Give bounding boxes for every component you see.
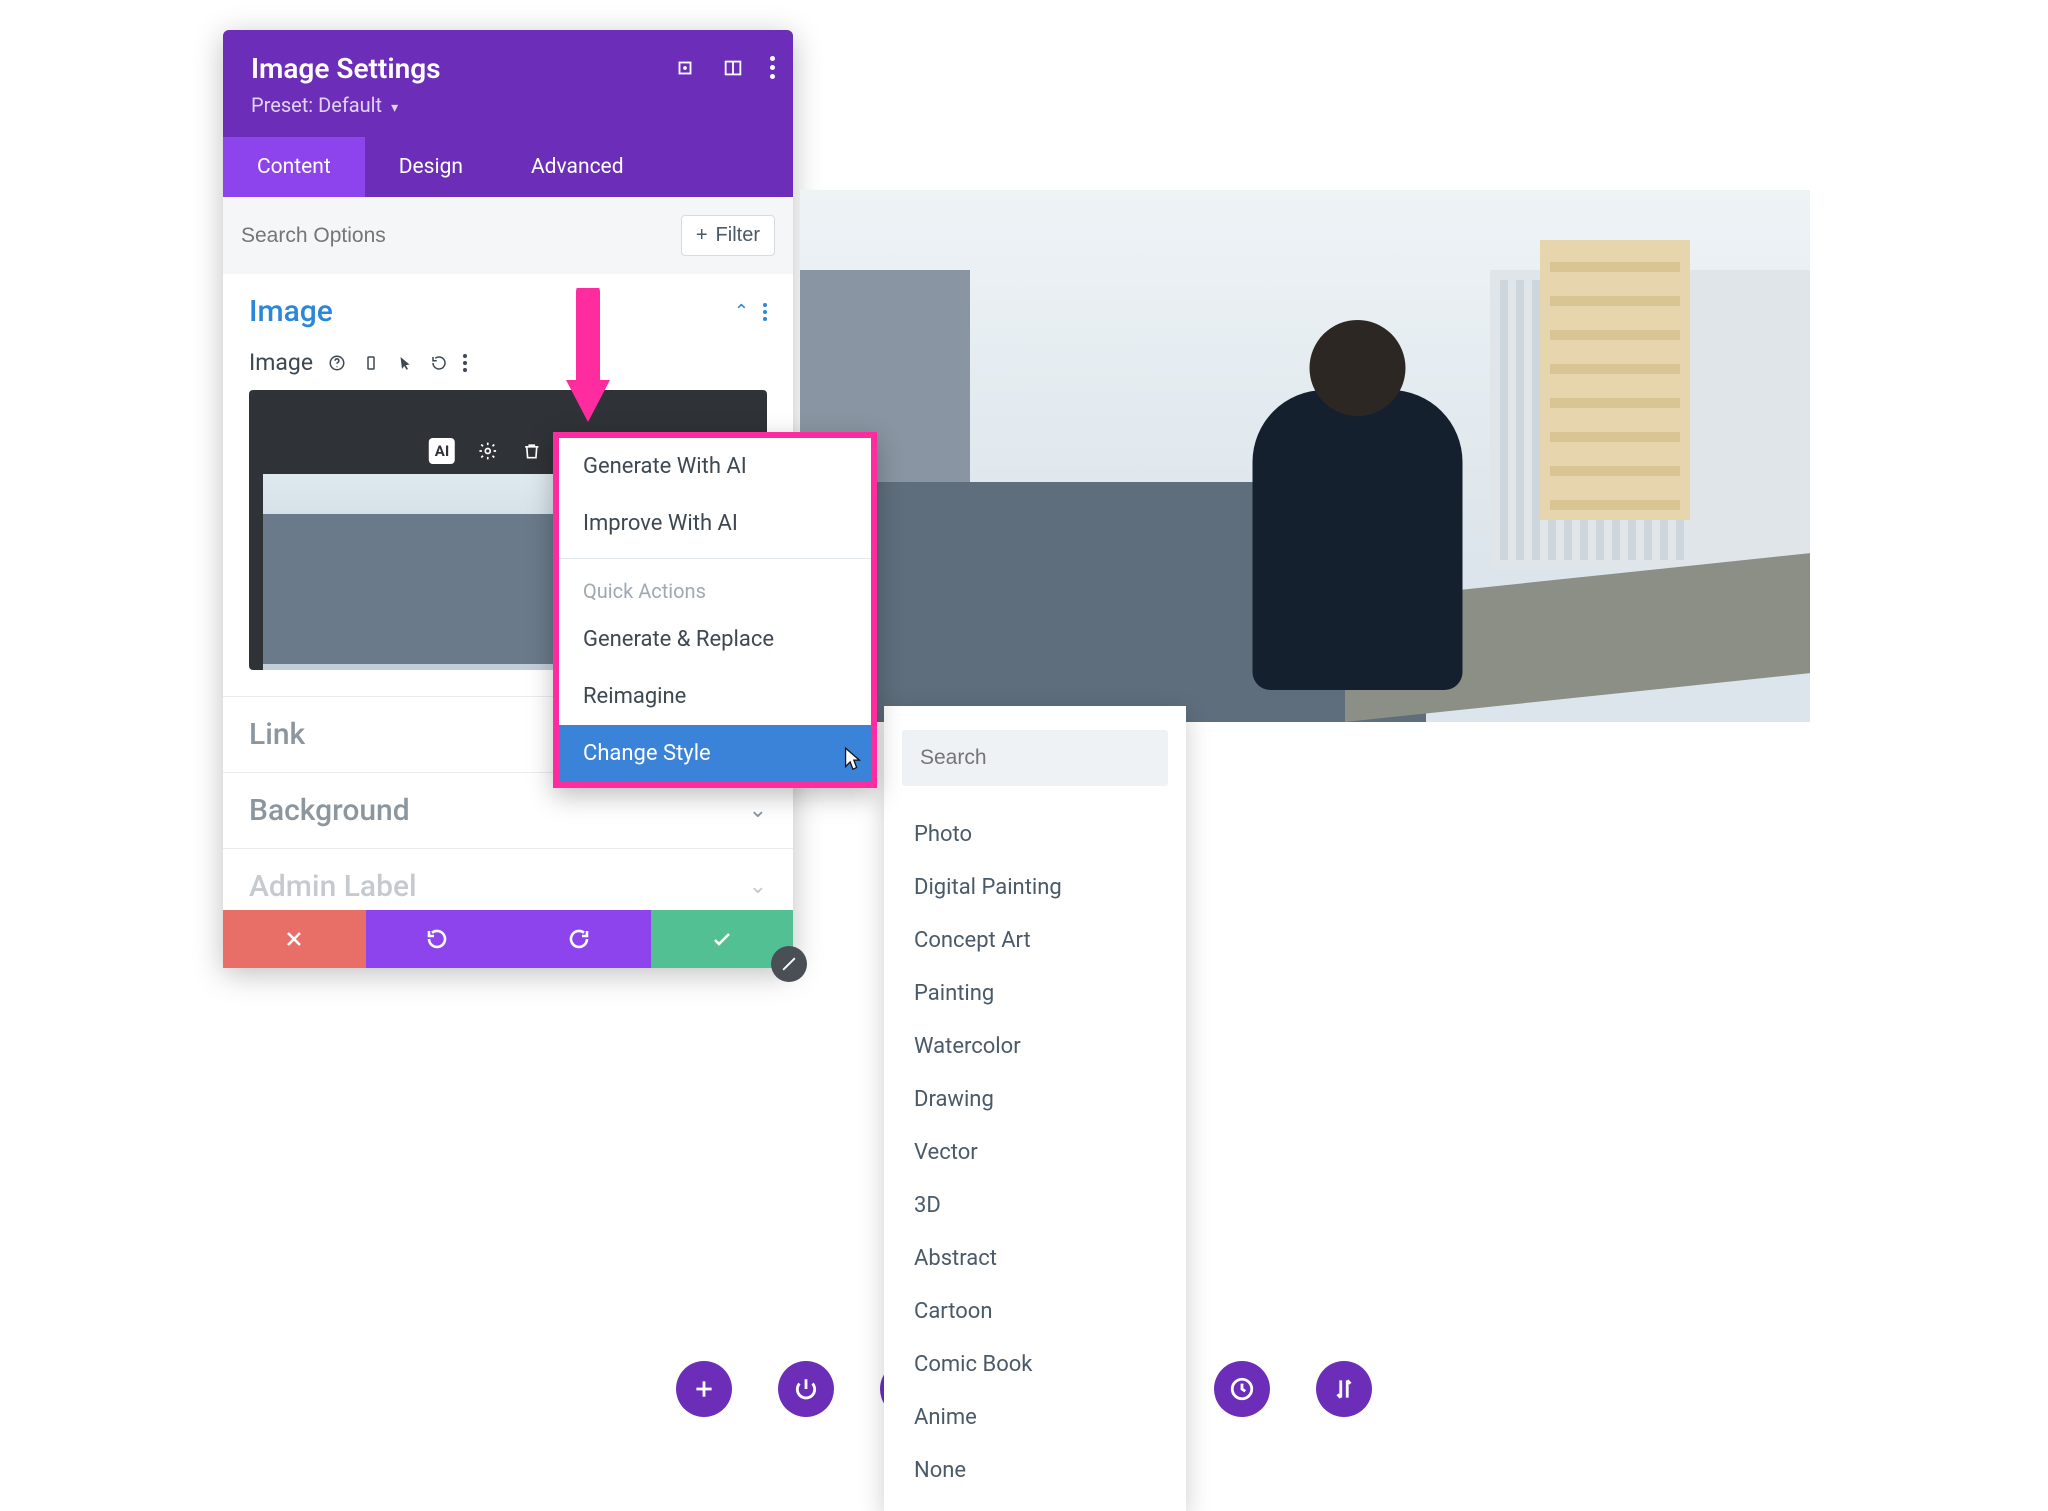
panel-header: Image Settings Preset: Default ▾ xyxy=(223,30,793,137)
tab-content[interactable]: Content xyxy=(223,137,365,197)
menu-improve-with-ai[interactable]: Improve With AI xyxy=(559,495,871,552)
chevron-down-icon: ▾ xyxy=(391,100,398,116)
search-options-input[interactable] xyxy=(241,224,681,248)
preset-dropdown[interactable]: Preset: Default ▾ xyxy=(251,93,765,117)
gear-icon[interactable] xyxy=(477,440,499,462)
style-option-digital-painting[interactable]: Digital Painting xyxy=(884,861,1186,914)
undo-button[interactable] xyxy=(366,910,509,968)
device-icon[interactable] xyxy=(361,353,381,373)
image-field-row: Image xyxy=(249,349,767,376)
style-option-abstract[interactable]: Abstract xyxy=(884,1232,1186,1285)
panel-header-actions xyxy=(674,56,775,79)
chevron-down-icon: ⌄ xyxy=(749,798,767,823)
filter-button[interactable]: + Filter xyxy=(681,215,775,256)
panel-tabs: Content Design Advanced xyxy=(223,137,793,197)
power-icon[interactable] xyxy=(778,1361,834,1417)
panel-menu-icon[interactable] xyxy=(770,56,775,79)
style-search-box xyxy=(902,730,1168,786)
section-background-title: Background xyxy=(249,793,410,828)
section-admin-title: Admin Label xyxy=(249,869,417,904)
style-option-watercolor[interactable]: Watercolor xyxy=(884,1020,1186,1073)
sort-icon[interactable] xyxy=(1316,1361,1372,1417)
tab-design[interactable]: Design xyxy=(365,137,497,197)
redo-button[interactable] xyxy=(508,910,651,968)
menu-reimagine[interactable]: Reimagine xyxy=(559,668,871,725)
trash-icon[interactable] xyxy=(521,440,543,462)
menu-change-style[interactable]: Change Style xyxy=(559,725,871,782)
section-image-title: Image xyxy=(249,294,333,329)
style-option-3d[interactable]: 3D xyxy=(884,1179,1186,1232)
preset-label: Preset: Default xyxy=(251,93,382,117)
responsive-preview-icon[interactable] xyxy=(722,57,744,79)
section-image-header[interactable]: Image ⌃ xyxy=(223,274,793,349)
menu-quick-actions-heading: Quick Actions xyxy=(559,565,871,611)
plus-icon: + xyxy=(696,224,708,247)
add-button[interactable] xyxy=(676,1361,732,1417)
style-option-painting[interactable]: Painting xyxy=(884,967,1186,1020)
reset-icon[interactable] xyxy=(429,353,449,373)
image-field-label: Image xyxy=(249,349,313,376)
field-menu-icon[interactable] xyxy=(463,354,467,372)
history-icon[interactable] xyxy=(1214,1361,1270,1417)
section-admin-label-header[interactable]: Admin Label ⌄ xyxy=(223,849,793,910)
cancel-button[interactable] xyxy=(223,910,366,968)
cursor-icon xyxy=(841,746,863,772)
resize-handle[interactable] xyxy=(771,946,807,982)
style-option-cartoon[interactable]: Cartoon xyxy=(884,1285,1186,1338)
style-option-anime[interactable]: Anime xyxy=(884,1391,1186,1444)
style-option-drawing[interactable]: Drawing xyxy=(884,1073,1186,1126)
style-option-concept-art[interactable]: Concept Art xyxy=(884,914,1186,967)
ai-context-menu: Generate With AI Improve With AI Quick A… xyxy=(553,432,877,788)
section-link-title: Link xyxy=(249,717,305,752)
menu-change-style-label: Change Style xyxy=(583,741,711,766)
menu-generate-replace[interactable]: Generate & Replace xyxy=(559,611,871,668)
style-search-input[interactable] xyxy=(902,730,1168,786)
menu-generate-with-ai[interactable]: Generate With AI xyxy=(559,438,871,495)
chevron-up-icon: ⌃ xyxy=(734,301,749,322)
style-option-none[interactable]: None xyxy=(884,1444,1186,1497)
expand-icon[interactable] xyxy=(674,57,696,79)
search-row: + Filter xyxy=(223,197,793,274)
help-icon[interactable] xyxy=(327,353,347,373)
tab-advanced[interactable]: Advanced xyxy=(497,137,658,197)
hero-image xyxy=(800,190,1810,722)
section-admin-label: Admin Label ⌄ xyxy=(223,849,793,910)
style-dropdown: Photo Digital Painting Concept Art Paint… xyxy=(884,706,1186,1511)
style-option-vector[interactable]: Vector xyxy=(884,1126,1186,1179)
section-image-menu-icon[interactable] xyxy=(763,303,767,321)
chevron-down-icon: ⌄ xyxy=(749,874,767,899)
style-option-comic-book[interactable]: Comic Book xyxy=(884,1338,1186,1391)
filter-button-label: Filter xyxy=(716,224,760,247)
style-option-photo[interactable]: Photo xyxy=(884,808,1186,861)
panel-footer xyxy=(223,910,793,968)
ai-button[interactable]: AI xyxy=(429,438,455,464)
menu-divider xyxy=(559,558,871,559)
hover-icon[interactable] xyxy=(395,353,415,373)
